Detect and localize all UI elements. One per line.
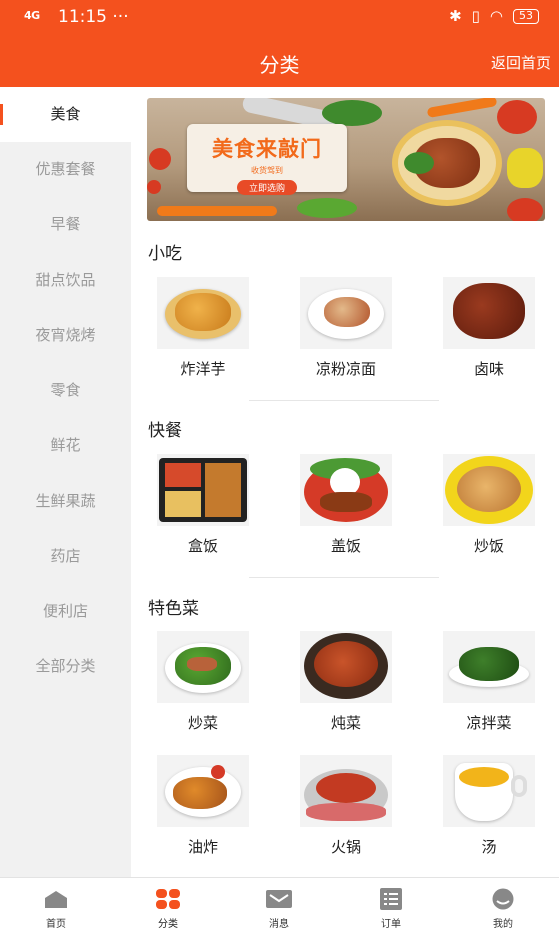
promo-card: 美食来敲门 收货驾到 立即选购 [187, 124, 347, 195]
category-item-label: 油炸 [187, 838, 218, 856]
sidebar-item-food[interactable]: 美食 [0, 87, 131, 142]
fried-potato-image [157, 277, 249, 349]
sidebar-item-convenience-store[interactable]: 便利店 [0, 584, 131, 639]
status-right: ✱ ▯ ◠ 53 [449, 7, 539, 25]
carrot-decoration [426, 98, 498, 119]
status-bar: 4G 11:15 ··· ✱ ▯ ◠ 53 [0, 0, 559, 36]
wifi-icon: ◠ [489, 7, 503, 25]
tab-home[interactable]: 首页 [16, 878, 96, 934]
cold-dish-image [443, 631, 535, 703]
category-item-label: 炖菜 [330, 714, 361, 732]
sidebar-item-discount-combo[interactable]: 优惠套餐 [0, 142, 131, 197]
rice-bowl-image [300, 454, 392, 526]
tab-label: 消息 [269, 919, 289, 930]
profile-icon [492, 888, 514, 910]
cold-noodles-image [300, 277, 392, 349]
tab-label: 分类 [158, 919, 178, 930]
category-item-box-meal[interactable]: 盒饭 [145, 454, 255, 564]
category-item-stew[interactable]: 炖菜 [288, 631, 398, 741]
tab-category[interactable]: 分类 [128, 878, 208, 934]
sidebar-item-flowers[interactable]: 鲜花 [0, 418, 131, 473]
category-item-label: 炒菜 [187, 714, 218, 732]
section-divider [249, 577, 439, 578]
category-item-deep-fried[interactable]: 油炸 [145, 755, 255, 865]
category-item-cold-noodles[interactable]: 凉粉凉面 [288, 277, 398, 387]
category-item-label: 盒饭 [187, 537, 218, 555]
tab-messages[interactable]: 消息 [239, 878, 319, 934]
section-title-snacks: 小吃 [148, 244, 182, 264]
app-root: 4G 11:15 ··· ✱ ▯ ◠ 53 分类 返回首页 美食 优惠套餐 早餐… [0, 0, 559, 934]
promo-banner[interactable]: 美食来敲门 收货驾到 立即选购 [147, 98, 545, 221]
category-item-cold-dish[interactable]: 凉拌菜 [431, 631, 541, 741]
herb-decoration [322, 100, 382, 126]
vibrate-icon: ▯ [471, 7, 480, 25]
section-title-fast-food: 快餐 [148, 421, 182, 441]
sidebar-item-snacks[interactable]: 零食 [0, 363, 131, 418]
category-item-fried-rice[interactable]: 炒饭 [431, 454, 541, 564]
page-title: 分类 [259, 53, 300, 77]
sidebar-item-pharmacy[interactable]: 药店 [0, 529, 131, 584]
sidebar-item-breakfast[interactable]: 早餐 [0, 197, 131, 252]
signal-indicator: 4G [24, 9, 40, 22]
vegetable-image [404, 152, 434, 174]
tab-orders[interactable]: 订单 [351, 878, 431, 934]
category-item-rice-bowl[interactable]: 盖饭 [288, 454, 398, 564]
food-plate-image [392, 120, 502, 206]
category-item-label: 炸洋芋 [180, 360, 226, 378]
box-meal-image [157, 454, 249, 526]
sidebar-item-late-night-bbq[interactable]: 夜宵烧烤 [0, 308, 131, 363]
braised-food-image [443, 277, 535, 349]
order-list-icon [380, 888, 402, 910]
stir-fry-image [157, 631, 249, 703]
tomato-decoration [507, 198, 543, 221]
category-item-label: 盖饭 [330, 537, 361, 555]
category-item-label: 凉粉凉面 [315, 360, 376, 378]
sidebar-item-desserts-drinks[interactable]: 甜点饮品 [0, 253, 131, 308]
category-item-braised-food[interactable]: 卤味 [431, 277, 541, 387]
tab-label: 首页 [46, 919, 66, 930]
sidebar-item-all-categories[interactable]: 全部分类 [0, 639, 131, 694]
category-item-hot-pot[interactable]: 火锅 [288, 755, 398, 865]
category-item-fried-potato[interactable]: 炸洋芋 [145, 277, 255, 387]
tab-label: 订单 [381, 919, 401, 930]
tomato-decoration [147, 180, 161, 194]
category-item-label: 炒饭 [473, 537, 504, 555]
category-item-stir-fry[interactable]: 炒菜 [145, 631, 255, 741]
category-icon [156, 889, 180, 909]
header: 4G 11:15 ··· ✱ ▯ ◠ 53 分类 返回首页 [0, 0, 559, 87]
pepper-decoration [297, 198, 357, 218]
tomato-decoration [149, 148, 171, 170]
status-time: 11:15 ··· [58, 7, 129, 27]
shop-now-button[interactable]: 立即选购 [236, 180, 297, 195]
bluetooth-icon: ✱ [449, 7, 462, 25]
battery-icon: 53 [513, 8, 539, 24]
section-divider [249, 400, 439, 401]
category-item-label: 凉拌菜 [466, 714, 512, 732]
hot-pot-image [300, 755, 392, 827]
promo-subtitle: 收货驾到 [251, 166, 283, 175]
deep-fried-image [157, 755, 249, 827]
category-item-label: 汤 [481, 838, 497, 856]
category-item-label: 火锅 [330, 838, 361, 856]
tab-profile[interactable]: 我的 [463, 878, 543, 934]
stew-image [300, 631, 392, 703]
pepper-decoration [507, 148, 543, 188]
promo-title: 美食来敲门 [212, 137, 322, 161]
fried-rice-image [443, 454, 535, 526]
bottom-tab-bar: 首页 分类 消息 订单 我的 [0, 877, 559, 934]
category-item-soup[interactable]: 汤 [431, 755, 541, 865]
message-icon [266, 890, 292, 908]
category-item-label: 卤味 [473, 360, 504, 378]
tab-label: 我的 [493, 919, 513, 930]
back-home-link[interactable]: 返回首页 [491, 52, 551, 73]
soup-image [443, 755, 535, 827]
home-icon [45, 891, 67, 908]
section-title-specialty: 特色菜 [148, 599, 199, 619]
tomato-decoration [497, 100, 537, 134]
sidebar-item-fresh-produce[interactable]: 生鲜果蔬 [0, 474, 131, 529]
carrot-decoration [157, 206, 277, 216]
category-sidebar: 美食 优惠套餐 早餐 甜点饮品 夜宵烧烤 零食 鲜花 生鲜果蔬 药店 便利店 全… [0, 87, 131, 877]
category-content: 美食来敲门 收货驾到 立即选购 小吃 炸洋芋 凉粉凉面 卤味 快餐 盒饭 盖饭 … [131, 87, 559, 877]
